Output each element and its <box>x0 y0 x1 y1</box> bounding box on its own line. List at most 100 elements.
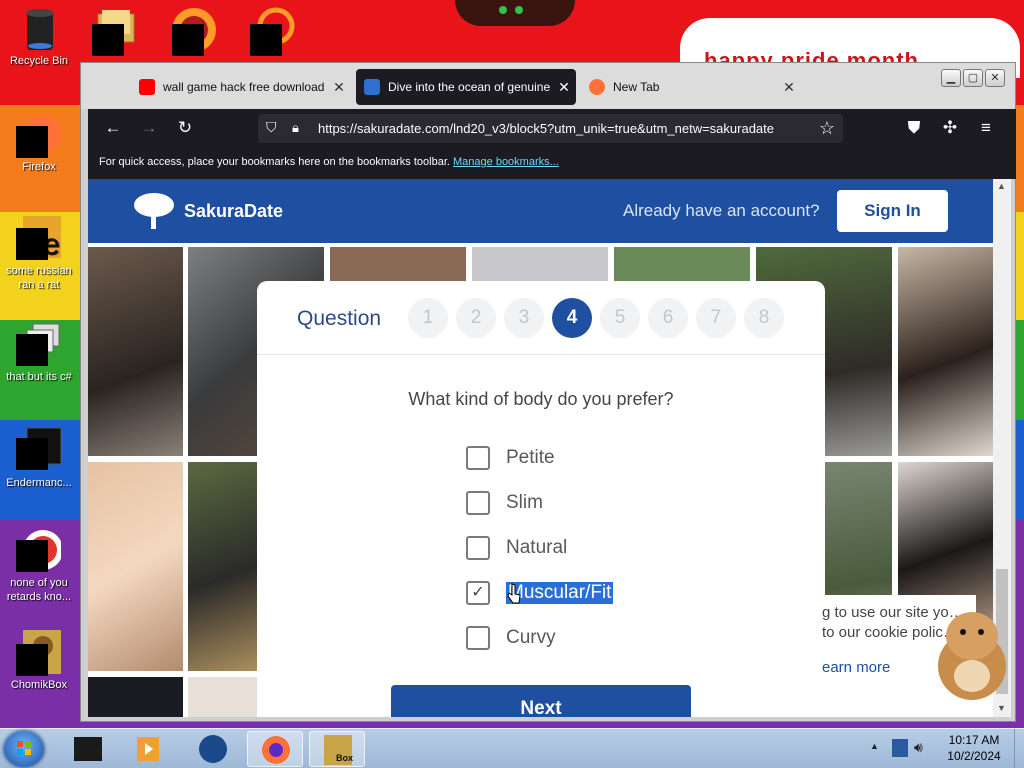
desktop-icon-label: Firefox <box>22 161 56 173</box>
hamster-sticker-image <box>930 606 1014 702</box>
quiz-modal: Question 1 2 3 4 5 6 7 8 What kind of bo… <box>257 281 825 717</box>
bookmarks-toolbar: For quick access, place your bookmarks h… <box>88 147 1016 179</box>
firefox-icon <box>262 736 290 764</box>
checkbox[interactable] <box>466 491 490 515</box>
option-label[interactable]: Slim <box>506 492 543 514</box>
desktop-icon-misc[interactable]: none of you retards kno... <box>0 528 78 604</box>
tab-youtube[interactable]: wall game hack free download ✕ <box>131 69 351 105</box>
step-indicator-7: 7 <box>696 298 736 338</box>
system-clock[interactable]: 10:17 AM 10/2/2024 <box>940 732 1008 764</box>
taskbar-media-player[interactable] <box>121 731 177 767</box>
page-content: SakuraDate Already have an account? Sign… <box>88 179 993 717</box>
option-curvy[interactable]: Curvy <box>466 625 556 651</box>
step-indicator-4-active: 4 <box>552 298 592 338</box>
url-text[interactable]: https://sakuradate.com/lnd20_v3/block5?u… <box>318 121 818 136</box>
desktop-icon-csharp[interactable]: that but its c# <box>0 322 78 384</box>
navigation-toolbar: ← → ↻ ⛉ 🔒︎ https://sakuradate.com/lnd20_… <box>88 109 1016 147</box>
site-header: SakuraDate Already have an account? Sign… <box>88 179 993 243</box>
checkbox[interactable] <box>466 446 490 470</box>
option-label[interactable]: Muscular/Fit <box>506 582 614 604</box>
option-slim[interactable]: Slim <box>466 490 543 516</box>
firefox-icon <box>589 79 605 95</box>
option-label[interactable]: Petite <box>506 447 555 469</box>
option-muscular-fit[interactable]: ✓ Muscular/Fit <box>466 580 614 606</box>
bookmark-star-icon[interactable]: ☆ <box>816 117 838 139</box>
browser-window: wall game hack free download ✕ Dive into… <box>80 62 1016 722</box>
site-logo-text[interactable]: SakuraDate <box>184 201 283 222</box>
desktop-folder-icon[interactable] <box>88 6 138 58</box>
minimize-button[interactable]: ▁ <box>941 69 961 87</box>
profile-photo <box>88 247 183 456</box>
step-indicator-2: 2 <box>456 298 496 338</box>
sakura-icon <box>364 79 380 95</box>
tab-title: Dive into the ocean of genuine <box>388 80 551 94</box>
app-circle-icon <box>16 528 63 572</box>
firefox-icon <box>16 112 61 158</box>
sakura-tree-logo-icon[interactable] <box>132 191 176 231</box>
tab-title: New Tab <box>613 80 660 94</box>
sign-in-button[interactable]: Sign In <box>837 190 948 232</box>
option-natural[interactable]: Natural <box>466 535 567 561</box>
extensions-icon[interactable]: ✣ <box>939 117 961 139</box>
desktop-icon-chomikbox[interactable]: ChomikBox <box>0 630 78 692</box>
next-button[interactable]: Next <box>391 685 691 717</box>
chomikbox-icon <box>16 630 63 676</box>
desktop-icon-rat[interactable]: e some russian ran a rat <box>0 216 78 292</box>
step-indicator-6: 6 <box>648 298 688 338</box>
desktop-icon-enderman[interactable]: Endermanc... <box>0 427 78 490</box>
close-window-button[interactable]: ✕ <box>985 69 1005 87</box>
close-icon[interactable]: ✕ <box>327 79 351 96</box>
scroll-up-icon[interactable]: ▲ <box>997 181 1006 191</box>
volume-icon[interactable]: 🔊︎ <box>914 739 932 757</box>
desktop-icon-label: that but its c# <box>6 371 72 383</box>
profile-photo <box>898 247 993 456</box>
show-desktop-button[interactable] <box>1014 729 1024 768</box>
desktop-icon-label: ChomikBox <box>10 679 68 691</box>
desktop-icon-label: Recycle Bin <box>9 55 69 67</box>
taskbar-app-dark[interactable] <box>60 731 116 767</box>
scroll-down-icon[interactable]: ▼ <box>997 703 1006 713</box>
option-petite[interactable]: Petite <box>466 445 555 471</box>
desktop-app-icon[interactable] <box>168 6 218 58</box>
start-button[interactable] <box>4 731 44 767</box>
youtube-icon <box>139 79 155 95</box>
lock-icon[interactable]: 🔒︎ <box>292 120 299 136</box>
mouse-toy-image <box>455 0 575 26</box>
tray-expand-icon[interactable]: ▲ <box>870 741 879 751</box>
maximize-button[interactable]: ▢ <box>963 69 983 87</box>
manage-bookmarks-link[interactable]: Manage bookmarks... <box>453 156 559 168</box>
reload-icon[interactable]: ↻ <box>174 117 196 139</box>
clock-date: 10/2/2024 <box>947 749 1001 763</box>
taskbar-box-label: Box <box>336 753 354 763</box>
tab-new-tab[interactable]: New Tab ✕ <box>581 69 801 105</box>
desktop-icon-label: none of you retards kno... <box>6 577 72 603</box>
shield-icon[interactable]: ⛉ <box>266 119 277 136</box>
taskbar-firefox[interactable] <box>247 731 303 767</box>
desktop-app-icon[interactable] <box>246 6 296 58</box>
option-label[interactable]: Natural <box>506 537 567 559</box>
tab-sakuradate[interactable]: Dive into the ocean of genuine ✕ <box>356 69 576 105</box>
profile-photo <box>88 677 183 717</box>
windows-logo-icon <box>17 741 31 755</box>
pocket-icon[interactable]: ⛊ <box>903 117 925 139</box>
checkbox[interactable] <box>466 626 490 650</box>
desktop-icon-label: Endermanc... <box>6 477 72 489</box>
option-label[interactable]: Curvy <box>506 627 556 649</box>
tab-title: wall game hack free download <box>163 80 325 94</box>
step-indicator-1: 1 <box>408 298 448 338</box>
taskbar-globe-app[interactable] <box>185 731 241 767</box>
address-bar[interactable]: ⛉ 🔒︎ https://sakuradate.com/lnd20_v3/blo… <box>258 114 843 143</box>
menu-icon[interactable]: ≡ <box>975 117 997 139</box>
taskbar-chomikbox[interactable]: Box <box>309 731 365 767</box>
checkbox[interactable] <box>466 536 490 560</box>
desktop-icon-recycle-bin[interactable]: Recycle Bin <box>0 6 78 68</box>
back-arrow-icon[interactable]: ← <box>102 117 124 139</box>
close-icon[interactable]: ✕ <box>777 79 801 96</box>
account-prompt: Already have an account? <box>623 201 820 220</box>
desktop-icon-firefox[interactable]: Firefox <box>0 112 78 174</box>
checkbox-checked[interactable]: ✓ <box>466 581 490 605</box>
forward-arrow-icon[interactable]: → <box>138 117 160 139</box>
close-icon[interactable]: ✕ <box>552 79 576 96</box>
network-icon[interactable] <box>892 739 908 757</box>
divider <box>257 354 825 355</box>
